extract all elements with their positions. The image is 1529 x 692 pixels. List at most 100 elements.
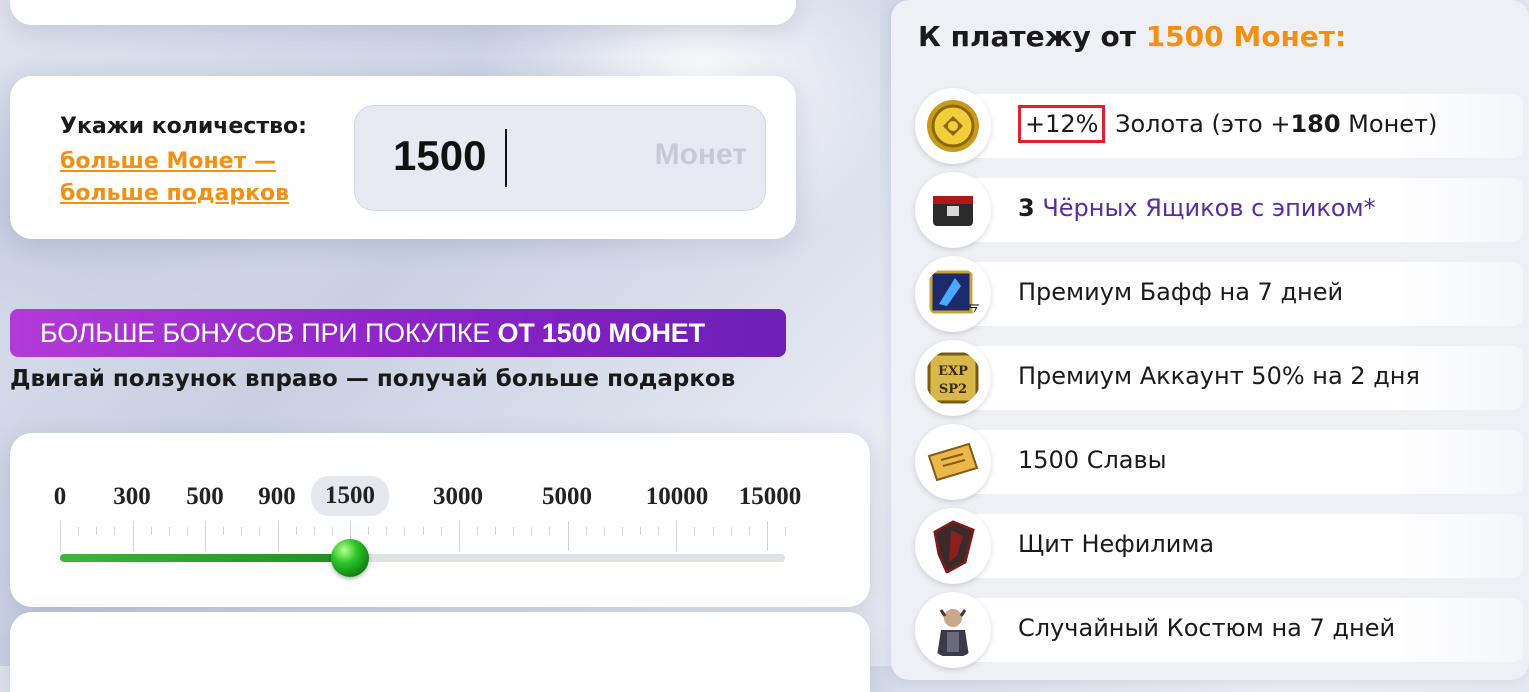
- bonus-text: Премиум Бафф на 7 дней: [1018, 278, 1344, 306]
- coin-amount-value[interactable]: 1500: [393, 132, 486, 180]
- coin-unit-label: Монет: [654, 138, 747, 171]
- quantity-label: Укажи количество:: [60, 114, 307, 139]
- slider-stop-3000[interactable]: 3000: [433, 483, 483, 511]
- slider-hint: Двигай ползунок вправо — получай больше …: [10, 366, 736, 392]
- promo-banner-text: БОЛЬШЕ БОНУСОВ ПРИ ПОКУПКЕ: [40, 318, 498, 348]
- slider-tick: [223, 527, 225, 535]
- gold-percent-highlight: +12%: [1018, 105, 1106, 143]
- premium-buff-icon: 7: [915, 256, 991, 332]
- more-coins-link[interactable]: больше Монет — больше подарков: [60, 146, 320, 210]
- slider-tick: [748, 527, 750, 535]
- slider-track[interactable]: [60, 539, 785, 577]
- slider-stop-15000[interactable]: 15000: [739, 483, 802, 511]
- slider-stop-0[interactable]: 0: [54, 483, 67, 511]
- slider-tick: [241, 527, 243, 535]
- slider-tick: [585, 527, 587, 535]
- slider-tick: [730, 527, 732, 535]
- slider-stop-900[interactable]: 900: [258, 483, 296, 511]
- promo-banner: БОЛЬШЕ БОНУСОВ ПРИ ПОКУПКЕ ОТ 1500 МОНЕТ: [10, 309, 786, 357]
- more-coins-link-line2[interactable]: больше подарков: [60, 181, 289, 206]
- bonus-text: 3 Чёрных Ящиков с эпиком*: [1018, 194, 1376, 222]
- slider-tick: [60, 521, 61, 551]
- gold-coin-svg: [927, 100, 979, 152]
- slider-ticks: [60, 521, 786, 551]
- bonus-panel-title: К платежу от 1500 Монет:: [918, 20, 1346, 53]
- bonus-item-glory: 1500 Славы: [915, 422, 1523, 502]
- slider-tick: [603, 527, 605, 535]
- slider-tick: [186, 527, 188, 535]
- svg-text:SP2: SP2: [939, 382, 967, 397]
- bonus-item-black-box: 3 Чёрных Ящиков с эпиком*: [915, 170, 1523, 250]
- slider-fill: [60, 554, 350, 562]
- slider-tick: [114, 527, 116, 535]
- slider-tick: [513, 527, 515, 535]
- bonus-text: 1500 Славы: [1018, 446, 1167, 474]
- slider-tick: [368, 527, 370, 535]
- slider-tick: [531, 527, 533, 535]
- slider-stop-10000[interactable]: 10000: [646, 483, 709, 511]
- black-box-count: 3: [1018, 194, 1035, 222]
- slider-card: 0 300 500 900 1500 3000 5000 10000 15000: [10, 433, 870, 607]
- slider-tick: [132, 521, 134, 551]
- bonus-text-b: 180: [1290, 110, 1341, 138]
- premium-buff-svg: 7: [929, 270, 981, 322]
- bonus-text-c: Монет): [1340, 110, 1438, 138]
- slider-tick: [205, 521, 206, 551]
- bonus-item-premium-buff: 7 Премиум Бафф на 7 дней: [915, 254, 1523, 334]
- slider-tick: [640, 527, 641, 535]
- coin-amount-input[interactable]: 1500 Монет: [354, 105, 766, 211]
- slider-tick: [295, 527, 297, 535]
- exp-sp-svg: EXP SP2: [927, 352, 979, 404]
- black-box-svg: [933, 196, 973, 226]
- slider-tick: [96, 527, 98, 535]
- slider-tick: [694, 527, 696, 535]
- more-coins-link-line1[interactable]: больше Монет —: [60, 149, 276, 174]
- slider-tick: [495, 527, 496, 535]
- slider-stop-300[interactable]: 300: [113, 483, 151, 511]
- slider-tick: [567, 521, 569, 551]
- slider-stop-500[interactable]: 500: [186, 483, 224, 511]
- bonus-text: Случайный Костюм на 7 дней: [1018, 614, 1396, 642]
- bonus-item-costume: Случайный Костюм на 7 дней: [915, 590, 1523, 670]
- slider-tick: [621, 527, 623, 535]
- svg-text:EXP: EXP: [938, 364, 968, 379]
- svg-text:7: 7: [969, 302, 981, 322]
- bottom-card: [10, 612, 870, 692]
- text-caret: [505, 129, 507, 187]
- costume-svg: [937, 609, 969, 656]
- slider-tick: [313, 527, 315, 535]
- bonus-text: Премиум Аккаунт 50% на 2 дня: [1018, 362, 1420, 390]
- slider-tick: [386, 527, 388, 535]
- costume-icon: [915, 592, 991, 668]
- glory-ticket-icon: [915, 424, 991, 500]
- nephilim-shield-icon: [915, 508, 991, 584]
- slider-tick: [785, 527, 786, 535]
- slider-tick: [676, 521, 678, 551]
- bonus-panel: К платежу от 1500 Монет: +12% Золота (эт…: [891, 0, 1529, 680]
- slider-stop-1500[interactable]: 1500: [311, 476, 389, 516]
- slider-tick: [404, 527, 406, 535]
- bonus-text: +12% Золота (это +180 Монет): [1018, 105, 1438, 143]
- slider-handle[interactable]: [331, 539, 369, 577]
- bonus-item-shield: Щит Нефилима: [915, 506, 1523, 586]
- slider-tick: [458, 521, 460, 551]
- bonus-item-premium-account: EXP SP2 Премиум Аккаунт 50% на 2 дня: [915, 338, 1523, 418]
- top-card: [10, 0, 796, 25]
- slider-stop-5000[interactable]: 5000: [542, 483, 592, 511]
- slider-tick: [712, 527, 714, 535]
- glory-ticket-svg: [927, 442, 979, 482]
- slider-tick: [766, 521, 768, 551]
- slider-tick: [658, 527, 660, 535]
- slider-tick: [150, 527, 152, 535]
- slider-tick: [549, 527, 551, 535]
- gold-coin-icon: [915, 88, 991, 164]
- slider-tick: [277, 521, 279, 551]
- bonus-title-accent: 1500 Монет:: [1145, 20, 1347, 53]
- promo-banner-bold: ОТ 1500 МОНЕТ: [497, 318, 705, 348]
- slider-tick: [440, 527, 442, 535]
- nephilim-shield-svg: [933, 520, 975, 574]
- slider-tick: [476, 527, 478, 535]
- bonus-text-a: Золота (это +: [1107, 110, 1291, 138]
- black-box-icon: [915, 172, 991, 248]
- slider-tick: [168, 527, 170, 535]
